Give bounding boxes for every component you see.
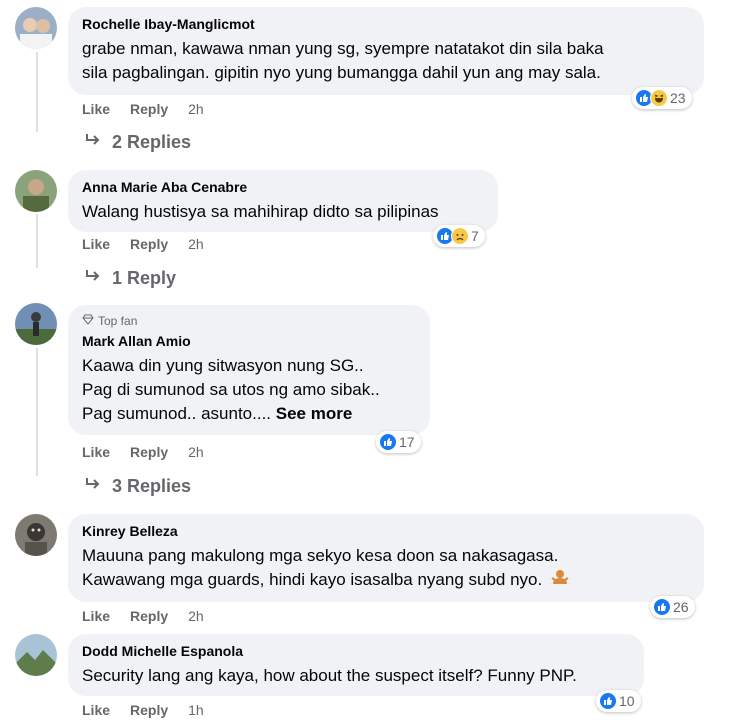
like-button[interactable]: Like xyxy=(82,444,110,460)
avatar[interactable] xyxy=(15,303,57,345)
reaction-count: 23 xyxy=(670,90,686,106)
timestamp[interactable]: 2h xyxy=(188,236,204,252)
replies-label[interactable]: 2 Replies xyxy=(112,132,191,153)
see-more-link[interactable]: See more xyxy=(276,404,353,423)
like-button[interactable]: Like xyxy=(82,608,110,624)
reply-button[interactable]: Reply xyxy=(130,101,168,117)
view-replies-link[interactable]: 2 Replies xyxy=(84,132,191,153)
comment-bubble: Top fan Mark Allan Amio Kaawa din yung s… xyxy=(68,305,430,435)
reaction-count: 26 xyxy=(673,599,689,615)
reply-arrow-icon xyxy=(84,132,102,153)
reply-arrow-icon xyxy=(84,268,102,289)
comment-actions: Like Reply 2h xyxy=(82,608,204,624)
comment-bubble: Kinrey Belleza Mauuna pang makulong mga … xyxy=(68,514,704,602)
reaction-summary[interactable]: 26 xyxy=(650,596,695,618)
replies-label[interactable]: 3 Replies xyxy=(112,476,191,497)
timestamp[interactable]: 2h xyxy=(188,444,204,460)
view-replies-link[interactable]: 1 Reply xyxy=(84,268,176,289)
replies-label[interactable]: 1 Reply xyxy=(112,268,176,289)
like-icon xyxy=(599,692,617,710)
comment-actions: Like Reply 2h xyxy=(82,101,204,117)
comment-text: Kaawa din yung sitwasyon nung SG.. Pag d… xyxy=(82,356,380,423)
reply-button[interactable]: Reply xyxy=(130,608,168,624)
reaction-summary[interactable]: 17 xyxy=(376,431,421,453)
top-fan-badge[interactable]: Top fan xyxy=(82,313,416,329)
comment-bubble: Anna Marie Aba Cenabre Walang hustisya s… xyxy=(68,170,498,232)
timestamp[interactable]: 2h xyxy=(188,101,204,117)
timestamp[interactable]: 2h xyxy=(188,608,204,624)
avatar[interactable] xyxy=(15,7,57,49)
like-button[interactable]: Like xyxy=(82,236,110,252)
like-button[interactable]: Like xyxy=(82,101,110,117)
commenter-name[interactable]: Anna Marie Aba Cenabre xyxy=(82,178,484,196)
avatar[interactable] xyxy=(15,634,57,676)
comment-actions: Like Reply 2h xyxy=(82,236,204,252)
comment-actions: Like Reply 2h xyxy=(82,444,204,460)
avatar[interactable] xyxy=(15,170,57,212)
comment-bubble: Dodd Michelle Espanola Security lang ang… xyxy=(68,634,644,696)
thread-line xyxy=(36,52,38,132)
comment-bubble: Rochelle Ibay-Manglicmot grabe nman, kaw… xyxy=(68,7,704,95)
comment-text: grabe nman, kawawa nman yung sg, syempre… xyxy=(82,39,604,82)
timestamp[interactable]: 1h xyxy=(188,702,204,718)
thread-line xyxy=(36,348,38,476)
reaction-count: 7 xyxy=(471,228,479,244)
reaction-count: 10 xyxy=(619,693,635,709)
commenter-name[interactable]: Mark Allan Amio xyxy=(82,332,416,350)
reaction-summary[interactable]: 10 xyxy=(596,690,641,712)
diamond-icon xyxy=(82,313,94,329)
comment-text: Mauuna pang makulong mga sekyo kesa doon… xyxy=(82,544,690,593)
view-replies-link[interactable]: 3 Replies xyxy=(84,476,191,497)
like-button[interactable]: Like xyxy=(82,702,110,718)
like-icon xyxy=(379,433,397,451)
reaction-summary[interactable]: 23 xyxy=(632,87,692,109)
reply-button[interactable]: Reply xyxy=(130,702,168,718)
reply-arrow-icon xyxy=(84,476,102,497)
person-shrugging-emoji xyxy=(551,568,569,593)
commenter-name[interactable]: Kinrey Belleza xyxy=(82,522,690,540)
avatar[interactable] xyxy=(15,514,57,556)
comment-actions: Like Reply 1h xyxy=(82,702,204,718)
sad-icon xyxy=(451,227,469,245)
like-icon xyxy=(653,598,671,616)
reaction-count: 17 xyxy=(399,434,415,450)
comment-text: Security lang ang kaya, how about the su… xyxy=(82,666,577,685)
reaction-summary[interactable]: 7 xyxy=(433,225,485,247)
haha-icon xyxy=(650,89,668,107)
thread-line xyxy=(36,214,38,268)
reply-button[interactable]: Reply xyxy=(130,236,168,252)
reply-button[interactable]: Reply xyxy=(130,444,168,460)
comment-text: Walang hustisya sa mahihirap didto sa pi… xyxy=(82,202,439,221)
commenter-name[interactable]: Dodd Michelle Espanola xyxy=(82,642,630,660)
commenter-name[interactable]: Rochelle Ibay-Manglicmot xyxy=(82,15,690,33)
